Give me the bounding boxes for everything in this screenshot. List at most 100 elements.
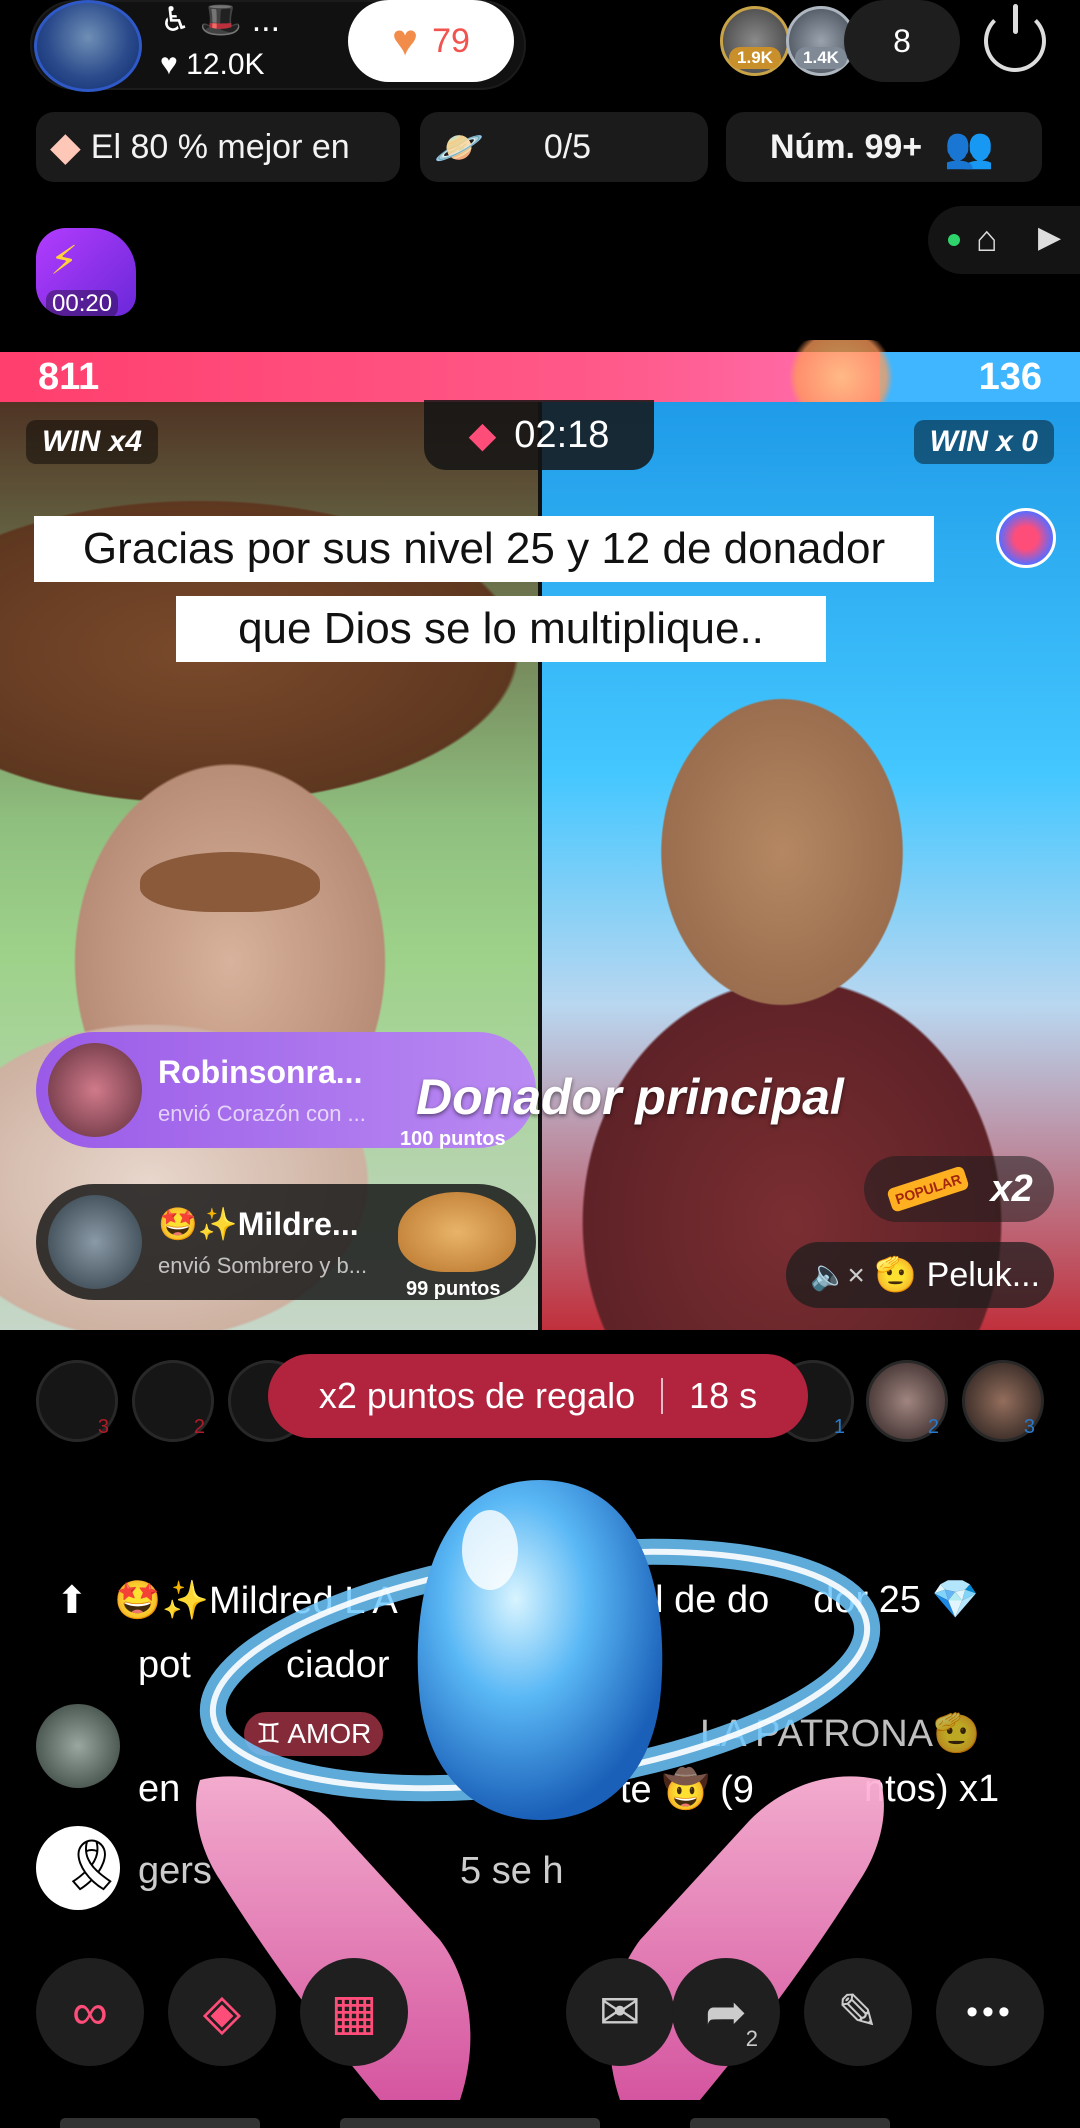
chat-text: ciador <box>286 1644 390 1686</box>
gift-sender-avatar <box>48 1043 142 1137</box>
chat-text: ntos) x1 <box>864 1768 1000 1810</box>
host-likes-count: ♥ 12.0K <box>160 48 265 81</box>
caption-line-2: que Dios se lo multiplique.. <box>176 596 826 662</box>
comment-icon[interactable]: ✉ <box>566 1958 674 2066</box>
gift-points: 100 puntos <box>400 1128 506 1150</box>
heart-icon: ♥ <box>392 16 419 65</box>
rank-chip-label: El 80 % mejor en <box>90 127 350 166</box>
bottom-tab-stub <box>690 2118 890 2128</box>
hat-gift-icon <box>398 1192 516 1272</box>
rank-mark: 3 <box>1023 1416 1035 1438</box>
share-arrow-icon: ➦ <box>705 1984 747 2040</box>
mini-controls[interactable]: ⌂ ▶ <box>928 206 1080 274</box>
chat-text: en <box>138 1768 181 1810</box>
live-dot-icon <box>948 234 960 246</box>
multiplier-value: x2 <box>990 1167 1033 1210</box>
muted-guest-name: 🫡 Peluk... <box>874 1256 1041 1294</box>
host-avatar[interactable] <box>34 0 142 92</box>
apps-icon[interactable]: ▦ <box>300 1958 408 2066</box>
effect-icon[interactable] <box>996 508 1056 568</box>
ranking-chip-label: Núm. 99+ <box>770 127 923 166</box>
viewer-count[interactable]: 8 <box>844 0 960 82</box>
rank-mark: 2 <box>193 1416 205 1438</box>
host-badges: ♿ 🎩 ... <box>160 1 281 39</box>
share-count: 2 <box>745 2026 758 2051</box>
planet-progress: 0/5 <box>543 127 592 166</box>
battle-icon: ◆ <box>468 414 497 455</box>
ranking-avatar[interactable]: 3 <box>962 1360 1044 1442</box>
planet-icon: 🪐 <box>434 125 484 170</box>
chat-text: te 🤠 (9 <box>620 1769 754 1811</box>
rank-mark: 1 <box>833 1416 845 1438</box>
play-icon[interactable]: ▶ <box>1038 220 1061 255</box>
ranking-avatar[interactable]: 2 <box>866 1360 948 1442</box>
gift-description: envió Sombrero y b... <box>158 1253 368 1278</box>
battle-timer-text: 02:18 <box>514 413 610 456</box>
chat-text: 5 se h <box>460 1850 564 1892</box>
gift-sender-name: Robinsonra... <box>158 1053 363 1090</box>
left-score-fill <box>0 352 880 402</box>
more-icon[interactable]: ••• <box>936 1958 1044 2066</box>
rank-chip[interactable]: ◆ El 80 % mejor en <box>36 112 400 182</box>
likes-button-count: 79 <box>432 21 470 60</box>
ribbon-icon: 🎗 <box>60 1837 124 1893</box>
bonus-separator <box>661 1378 664 1414</box>
muted-guest-pill[interactable]: 🔈× 🫡 Peluk... <box>786 1242 1054 1308</box>
gift-animation <box>180 1440 900 2120</box>
planet-chip[interactable]: 🪐 0/5 <box>420 112 708 182</box>
bottom-tab-stub <box>60 2118 260 2128</box>
planet-gift-icon <box>196 1480 884 2100</box>
boost-timer-tag[interactable]: ⚡ 00:20 <box>36 228 142 320</box>
bottom-tab-stub <box>340 2118 600 2128</box>
lightning-icon: ⚡ <box>50 239 79 283</box>
left-score: 811 <box>38 356 100 398</box>
viewer-badge: 1.4K <box>795 47 847 69</box>
chat-avatar[interactable]: 🎗 <box>36 1826 124 1910</box>
muted-speaker-icon: 🔈× <box>810 1258 865 1292</box>
likes-button[interactable]: ♥ 79 <box>348 0 514 82</box>
bonus-time: 18 s <box>689 1375 758 1416</box>
right-win-tag: WIN x 0 <box>913 420 1054 464</box>
chat-up-arrow-icon: ⬆ <box>56 1580 88 1622</box>
chat-sender: 🤩✨Mildred L A <box>114 1580 398 1622</box>
chat-text: dor 25 💎 <box>813 1579 979 1621</box>
gift-description: envió Corazón con ... <box>158 1100 366 1126</box>
boost-timer-time: 00:20 <box>46 290 119 318</box>
chat-sender: LA PATRONA🫡 <box>700 1713 981 1755</box>
battle-timer: ◆ 02:18 <box>424 400 654 470</box>
chat-avatar[interactable] <box>36 1704 120 1788</box>
people-icon: 👥 <box>944 125 994 170</box>
home-icon[interactable]: ⌂ <box>976 218 998 260</box>
power-icon[interactable] <box>984 4 1046 72</box>
mustache-effect <box>140 852 320 912</box>
ranking-avatar[interactable]: 2 <box>132 1360 214 1442</box>
chat-message-tail: el de do dor 25 💎 <box>634 1578 979 1622</box>
diamond-icon: ◆ <box>50 125 81 169</box>
rank-mark: 2 <box>927 1416 939 1438</box>
rank-mark: 3 <box>97 1416 109 1438</box>
left-win-tag: WIN x4 <box>26 420 159 464</box>
chat-text: el de do <box>634 1579 770 1621</box>
right-score: 136 <box>978 356 1042 398</box>
multiplier-pill: POPULAR x2 <box>864 1156 1054 1222</box>
chat-text: gers <box>138 1850 212 1892</box>
ranking-chip[interactable]: Núm. 99+ 👥 <box>726 112 1042 182</box>
chat-message[interactable]: ⬆ 🤩✨Mildred L A <box>56 1578 398 1623</box>
chat-fan-badge: ♊ AMOR <box>244 1712 384 1756</box>
top-donor-label: Donador principal <box>416 1069 844 1125</box>
battle-score-bar: 811 136 <box>0 340 1080 414</box>
ranking-avatar[interactable]: 3 <box>36 1360 118 1442</box>
link-icon[interactable]: ∞ <box>36 1958 144 2066</box>
share-icon[interactable]: ➦ 2 <box>672 1958 780 2066</box>
gift-points: 99 puntos <box>406 1278 501 1300</box>
bonus-label: x2 puntos de regalo <box>318 1375 636 1416</box>
popular-badge: POPULAR <box>886 1165 971 1213</box>
gift-bonus-pill: x2 puntos de regalo 18 s <box>268 1354 808 1438</box>
gift-sender-name: 🤩✨Mildre... <box>158 1206 359 1242</box>
chat-text: pot <box>138 1644 191 1686</box>
battle-icon[interactable]: ◈ <box>168 1958 276 2066</box>
gift-sender-avatar <box>48 1195 142 1289</box>
magic-wand-icon[interactable]: ✎ <box>804 1958 912 2066</box>
viewer-badge: 1.9K <box>729 47 781 69</box>
top-viewer-avatar[interactable]: 1.9K <box>720 6 790 76</box>
